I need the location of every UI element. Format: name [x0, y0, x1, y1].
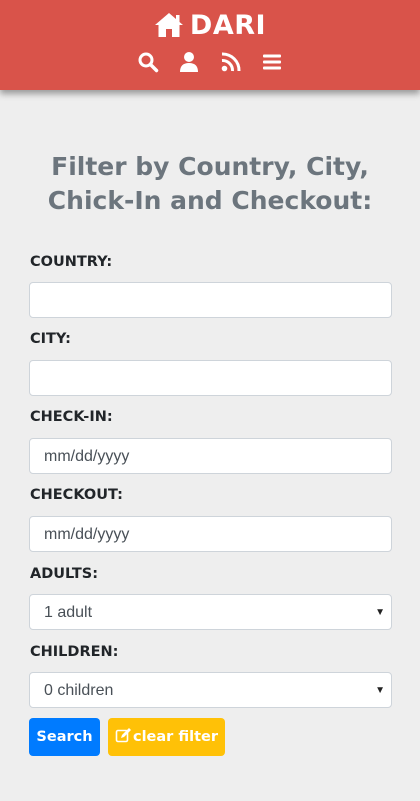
city-label: CITY: — [30, 331, 71, 347]
search-icon[interactable] — [137, 51, 159, 73]
chevron-down-icon: ▼ — [375, 607, 385, 618]
chevron-down-icon: ▼ — [375, 685, 385, 696]
rss-icon[interactable] — [220, 51, 242, 73]
country-input[interactable] — [29, 282, 392, 318]
page-title-line-2: Chick-In and Checkout: — [47, 186, 373, 215]
clear-filter-label: clear filter — [132, 729, 219, 745]
checkin-date-input[interactable]: mm/dd/yyyy — [29, 438, 392, 474]
city-input[interactable] — [29, 360, 392, 396]
checkout-date-input[interactable]: mm/dd/yyyy — [29, 516, 392, 552]
brand-title: DARI — [189, 10, 267, 41]
page-title: Filter by Country, City, Chick-In and Ch… — [20, 150, 400, 218]
home-icon — [154, 13, 183, 37]
adults-selected-value: 1 adult — [44, 604, 93, 621]
country-label: COUNTRY: — [30, 254, 113, 270]
adults-select[interactable]: 1 adult ▼ — [29, 594, 392, 630]
children-select[interactable]: 0 children ▼ — [29, 672, 392, 708]
checkout-placeholder: mm/dd/yyyy — [44, 526, 130, 543]
app-header: DARI — [0, 0, 420, 90]
page-title-line-1: Filter by Country, City, — [51, 152, 369, 181]
menu-icon[interactable] — [261, 51, 283, 73]
header-nav — [0, 51, 420, 77]
checkout-label: CHECKOUT: — [30, 487, 123, 503]
adults-label: ADULTS: — [30, 566, 99, 582]
clear-filter-button[interactable]: clear filter — [108, 718, 225, 756]
checkin-label: CHECK-IN: — [30, 409, 113, 425]
checkin-placeholder: mm/dd/yyyy — [44, 448, 130, 465]
user-icon[interactable] — [178, 51, 200, 73]
edit-icon — [115, 728, 131, 743]
brand-link[interactable]: DARI — [0, 10, 420, 42]
children-label: CHILDREN: — [30, 644, 119, 660]
search-button[interactable]: Search — [29, 718, 100, 756]
children-selected-value: 0 children — [44, 682, 114, 699]
